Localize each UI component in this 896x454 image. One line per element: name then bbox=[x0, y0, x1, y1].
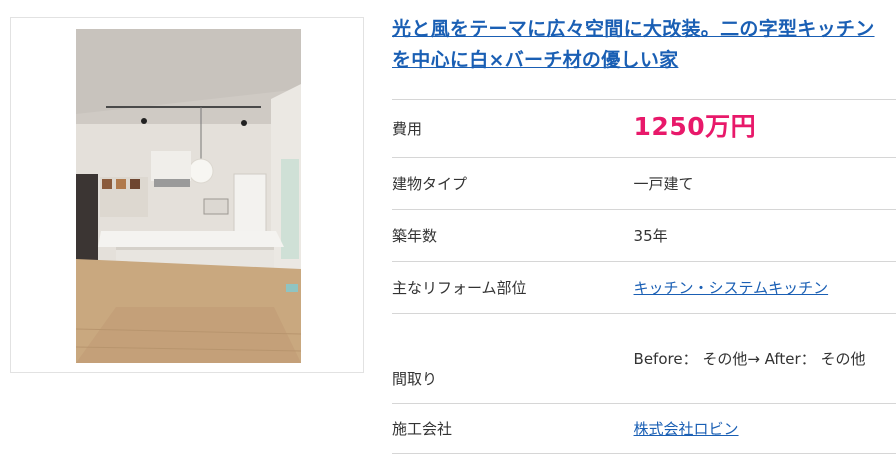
age-value: 35年 bbox=[633, 227, 668, 245]
layout-label: 間取り bbox=[392, 370, 438, 388]
article-title-link[interactable]: 光と風をテーマに広々空間に大改装。二の字型キッチンを中心に白×バーチ材の優しい家 bbox=[392, 14, 892, 76]
price-value: 1250万円 bbox=[633, 111, 757, 141]
info-table: 費用 1250万円 建物タイプ 一戸建て 築年数 35年 主なリフォーム部位 キ… bbox=[392, 99, 896, 454]
company-label: 施工会社 bbox=[392, 420, 453, 438]
parts-link[interactable]: キッチン・システムキッチン bbox=[634, 279, 829, 297]
table-row-age: 築年数 35年 bbox=[392, 209, 896, 262]
table-row-company: 施工会社 株式会社ロビン bbox=[392, 403, 896, 454]
table-row-parts: 主なリフォーム部位 キッチン・システムキッチン bbox=[392, 261, 896, 314]
cost-label: 費用 bbox=[392, 120, 423, 138]
parts-label: 主なリフォーム部位 bbox=[392, 279, 527, 297]
layout-value: Before： その他→ After： その他 bbox=[633, 349, 866, 368]
photo-frame bbox=[10, 17, 364, 373]
table-row-layout: 間取り Before： その他→ After： その他 bbox=[392, 313, 896, 404]
company-link[interactable]: 株式会社ロビン bbox=[634, 420, 739, 438]
kitchen-photo[interactable] bbox=[76, 29, 301, 363]
age-label: 築年数 bbox=[392, 227, 438, 245]
table-row-cost: 費用 1250万円 bbox=[392, 99, 896, 158]
building-type-label: 建物タイプ bbox=[392, 175, 468, 193]
building-type-value: 一戸建て bbox=[633, 175, 694, 193]
table-row-building-type: 建物タイプ 一戸建て bbox=[392, 157, 896, 210]
